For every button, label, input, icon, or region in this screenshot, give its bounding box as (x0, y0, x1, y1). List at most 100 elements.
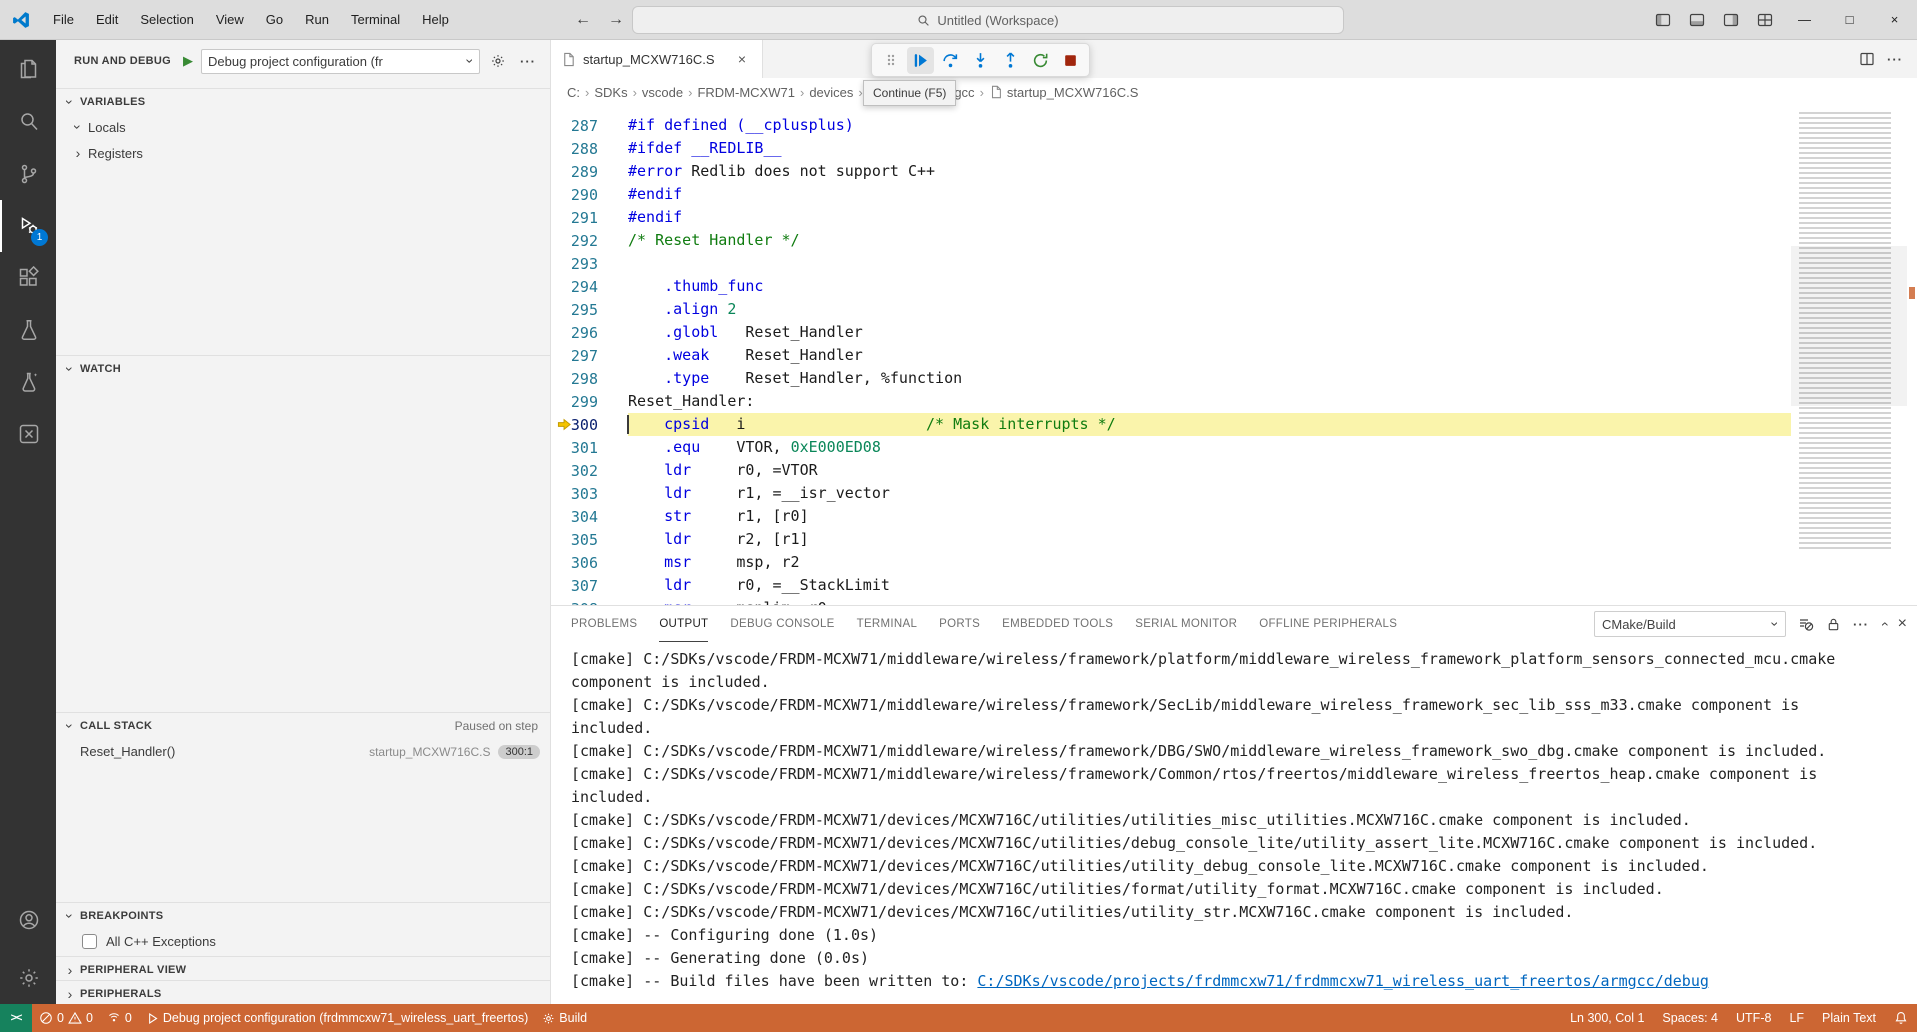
code-line[interactable]: 287#if defined (__cplusplus) (551, 114, 1791, 137)
watch-section-header[interactable]: › WATCH (56, 355, 550, 381)
encoding-status[interactable]: UTF-8 (1727, 1004, 1780, 1032)
maximize-panel-icon[interactable]: › (1875, 622, 1891, 627)
code-line[interactable]: 301 .equ VTOR, 0xE000ED08 (551, 436, 1791, 459)
output-console[interactable]: [cmake] C:/SDKs/vscode/FRDM-MCXW71/middl… (551, 642, 1917, 1004)
code-line[interactable]: 294 .thumb_func (551, 275, 1791, 298)
code-line[interactable]: 306 msr msp, r2 (551, 551, 1791, 574)
explorer-icon[interactable] (0, 44, 56, 96)
settings-gear-icon[interactable] (0, 952, 56, 1004)
code-line[interactable]: 297 .weak Reset_Handler (551, 344, 1791, 367)
stop-button[interactable] (1057, 47, 1084, 74)
code-line[interactable]: 293 (551, 252, 1791, 275)
breakpoints-section-header[interactable]: › BREAKPOINTS (56, 902, 550, 928)
minimize-button[interactable]: — (1782, 0, 1827, 39)
eol-status[interactable]: LF (1780, 1004, 1813, 1032)
language-mode-status[interactable]: Plain Text (1813, 1004, 1885, 1032)
mcuxpresso-icon[interactable] (0, 408, 56, 460)
toggle-primary-sidebar-icon[interactable] (1646, 6, 1680, 34)
panel-tab-ports[interactable]: PORTS (939, 606, 980, 642)
maximize-button[interactable]: □ (1827, 0, 1872, 39)
indentation-status[interactable]: Spaces: 4 (1653, 1004, 1727, 1032)
panel-tab-terminal[interactable]: TERMINAL (857, 606, 918, 642)
panel-tab-serial-monitor[interactable]: SERIAL MONITOR (1135, 606, 1237, 642)
step-out-button[interactable] (997, 47, 1024, 74)
toggle-secondary-sidebar-icon[interactable] (1714, 6, 1748, 34)
peripherals-section-header[interactable]: › PERIPHERALS (56, 980, 550, 1004)
output-link[interactable]: C:/SDKs/vscode/projects/frdmmcxw71/frdmm… (977, 972, 1709, 990)
tree-item-registers[interactable]: ›Registers (56, 140, 550, 166)
debug-toolbar[interactable] (871, 43, 1090, 77)
variables-section-header[interactable]: › VARIABLES (56, 88, 550, 114)
step-over-button[interactable] (937, 47, 964, 74)
code-line[interactable]: 291#endif (551, 206, 1791, 229)
code-line[interactable]: 295 .align 2 (551, 298, 1791, 321)
panel-more-actions-icon[interactable]: ··· (1853, 617, 1869, 632)
problems-status[interactable]: 0 0 (32, 1004, 100, 1032)
code-line[interactable]: 288#ifdef __REDLIB__ (551, 137, 1791, 160)
panel-tab-embedded-tools[interactable]: EMBEDDED TOOLS (1002, 606, 1113, 642)
remote-indicator[interactable]: >< (0, 1004, 32, 1032)
code-line[interactable]: 290#endif (551, 183, 1791, 206)
breadcrumb-item[interactable]: SDKs (594, 85, 627, 100)
breakpoint-row[interactable]: All C++ Exceptions (56, 928, 550, 954)
views-more-actions-icon[interactable]: ··· (516, 49, 540, 73)
code-line[interactable]: 303 ldr r1, =__isr_vector (551, 482, 1791, 505)
build-button[interactable]: Build (535, 1004, 594, 1032)
editor-more-actions-icon[interactable]: ··· (1887, 52, 1903, 67)
toggle-panel-icon[interactable] (1680, 6, 1714, 34)
breadcrumb-item[interactable]: vscode (642, 85, 683, 100)
breadcrumb-item[interactable]: gcc (954, 85, 974, 100)
code-line[interactable]: 298 .type Reset_Handler, %function (551, 367, 1791, 390)
code-line[interactable]: 299Reset_Handler: (551, 390, 1791, 413)
output-channel-select[interactable]: CMake/Build › (1594, 611, 1786, 637)
panel-tab-problems[interactable]: PROBLEMS (571, 606, 637, 642)
code-line[interactable]: 307 ldr r0, =__StackLimit (551, 574, 1791, 597)
breadcrumb-item[interactable]: C: (567, 85, 580, 100)
call-stack-section-header[interactable]: › CALL STACK Paused on step (56, 712, 550, 738)
panel-tab-debug-console[interactable]: DEBUG CONSOLE (730, 606, 834, 642)
drag-handle-icon[interactable] (877, 47, 904, 74)
run-and-debug-icon[interactable]: 1 (0, 200, 56, 252)
minimap[interactable] (1791, 106, 1907, 605)
panel-tab-output[interactable]: OUTPUT (659, 606, 708, 642)
menu-edit[interactable]: Edit (85, 6, 129, 34)
menu-file[interactable]: File (42, 6, 85, 34)
overview-ruler[interactable] (1907, 106, 1917, 605)
tree-item-locals[interactable]: ›Locals (56, 114, 550, 140)
menu-view[interactable]: View (205, 6, 255, 34)
menu-go[interactable]: Go (255, 6, 294, 34)
menu-help[interactable]: Help (411, 6, 460, 34)
account-icon[interactable] (0, 894, 56, 946)
back-button[interactable]: ← (570, 7, 596, 33)
code-line[interactable]: 305 ldr r2, [r1] (551, 528, 1791, 551)
command-center-search[interactable]: Untitled (Workspace) (632, 6, 1344, 34)
close-tab-icon[interactable]: × (732, 49, 752, 69)
breadcrumb-item[interactable]: devices (809, 85, 853, 100)
cursor-position-status[interactable]: Ln 300, Col 1 (1561, 1004, 1653, 1032)
code-line[interactable]: 296 .globl Reset_Handler (551, 321, 1791, 344)
ports-status[interactable]: 0 (100, 1004, 139, 1032)
code-line[interactable]: 302 ldr r0, =VTOR (551, 459, 1791, 482)
search-icon[interactable] (0, 96, 56, 148)
extensions-icon[interactable] (0, 252, 56, 304)
minimap-slider[interactable] (1791, 246, 1907, 406)
callstack-frame[interactable]: Reset_Handler() startup_MCXW716C.S 300:1 (56, 738, 550, 765)
code-line[interactable]: 304 str r1, [r0] (551, 505, 1791, 528)
code-line[interactable]: 289#error Redlib does not support C++ (551, 160, 1791, 183)
menu-terminal[interactable]: Terminal (340, 6, 411, 34)
menu-run[interactable]: Run (294, 6, 340, 34)
testing-icon[interactable] (0, 304, 56, 356)
debug-config-status[interactable]: Debug project configuration (frdmmcxw71_… (139, 1004, 535, 1032)
notifications-bell-icon[interactable] (1885, 1004, 1917, 1032)
exception-checkbox[interactable] (82, 934, 97, 949)
close-window-button[interactable]: × (1872, 0, 1917, 39)
source-control-icon[interactable] (0, 148, 56, 200)
code-lines[interactable]: 287#if defined (__cplusplus)288#ifdef __… (551, 106, 1791, 605)
close-panel-icon[interactable]: × (1898, 615, 1907, 633)
code-line[interactable]: 292/* Reset Handler */ (551, 229, 1791, 252)
customize-layout-icon[interactable] (1748, 6, 1782, 34)
forward-button[interactable]: → (603, 7, 629, 33)
lab-tools-icon[interactable] (0, 356, 56, 408)
debug-configuration-select[interactable]: Debug project configuration (fr › (201, 49, 480, 74)
continue-button[interactable] (907, 47, 934, 74)
